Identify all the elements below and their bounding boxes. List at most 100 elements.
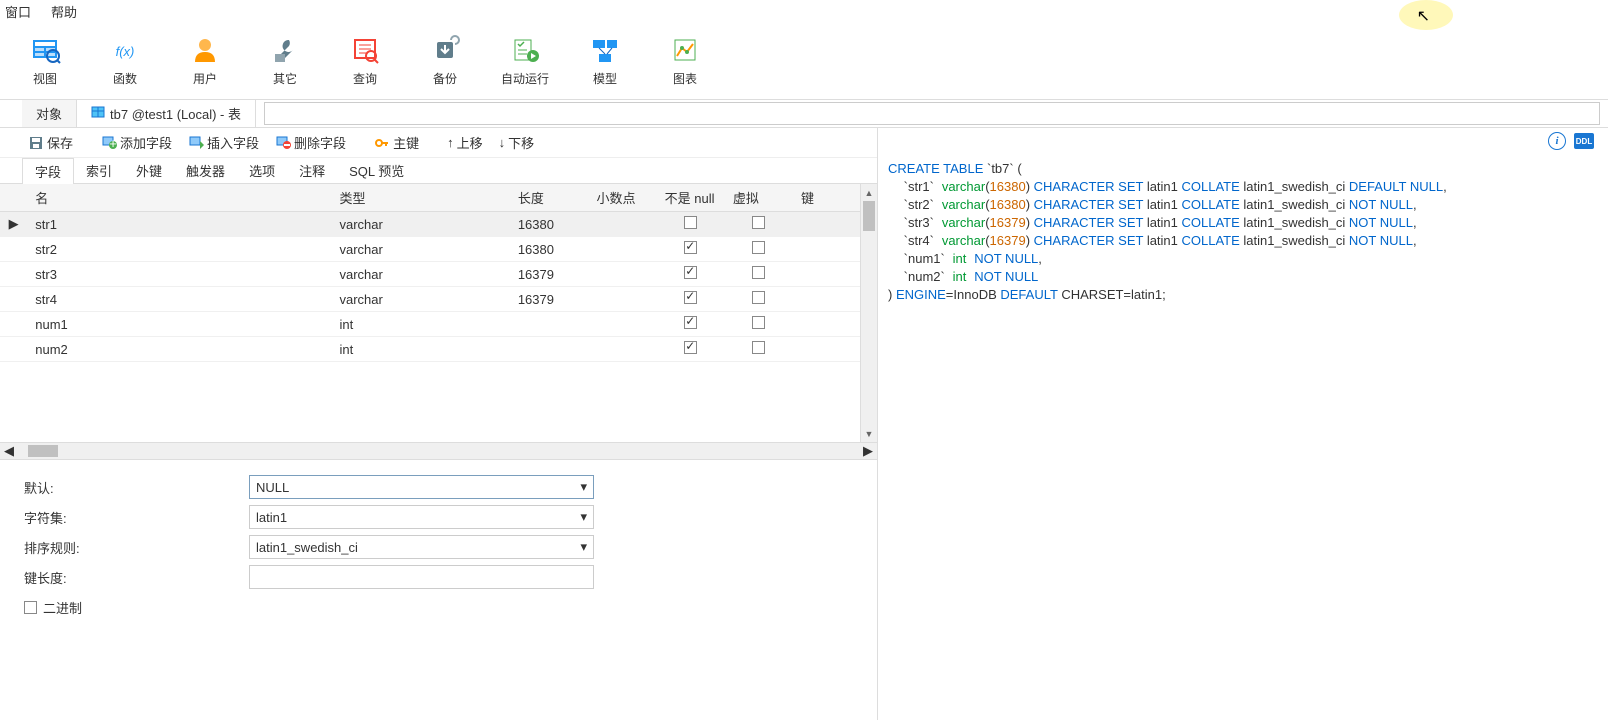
scroll-thumb[interactable] [863, 201, 875, 231]
prop-charset-select[interactable]: latin1 ▾ [249, 505, 594, 529]
add-field-button[interactable]: + 添加字段 [95, 131, 178, 154]
scroll-right-arrow[interactable]: ▶ [863, 443, 873, 459]
tool-backup[interactable]: 备份 [405, 34, 485, 87]
cell-notnull[interactable] [657, 337, 725, 362]
cell-notnull[interactable] [657, 262, 725, 287]
col-header-type[interactable]: 类型 [331, 184, 509, 212]
virtual-checkbox[interactable] [752, 266, 765, 279]
primary-key-button[interactable]: 主键 [368, 131, 425, 154]
cell-decimals[interactable] [588, 212, 656, 237]
virtual-checkbox[interactable] [752, 316, 765, 329]
cell-name[interactable]: str1 [27, 212, 331, 237]
delete-field-button[interactable]: 删除字段 [269, 131, 352, 154]
tool-view[interactable]: 视图 [5, 34, 85, 87]
cell-type[interactable]: int [331, 312, 509, 337]
notnull-checkbox[interactable] [684, 291, 697, 304]
cell-name[interactable]: str3 [27, 262, 331, 287]
scroll-down-arrow[interactable]: ▼ [861, 425, 877, 442]
scroll-left-arrow[interactable]: ◀ [4, 443, 14, 459]
cell-decimals[interactable] [588, 337, 656, 362]
cell-key[interactable] [793, 287, 856, 312]
cell-length[interactable]: 16379 [510, 287, 589, 312]
tool-chart[interactable]: 图表 [645, 34, 725, 87]
cell-key[interactable] [793, 337, 856, 362]
tool-user[interactable]: 用户 [165, 34, 245, 87]
cell-type[interactable]: varchar [331, 237, 509, 262]
horizontal-scrollbar[interactable]: ◀ ▶ [0, 442, 877, 459]
virtual-checkbox[interactable] [752, 341, 765, 354]
hscroll-thumb[interactable] [28, 445, 58, 457]
cell-notnull[interactable] [657, 212, 725, 237]
tool-query[interactable]: 查询 [325, 34, 405, 87]
insert-field-button[interactable]: 插入字段 [182, 131, 265, 154]
menu-help[interactable]: 帮助 [51, 2, 77, 21]
notnull-checkbox[interactable] [684, 266, 697, 279]
subtab-6[interactable]: SQL 预览 [337, 158, 416, 183]
cell-notnull[interactable] [657, 287, 725, 312]
cell-key[interactable] [793, 237, 856, 262]
prop-keylen-input[interactable] [249, 565, 594, 589]
subtab-0[interactable]: 字段 [22, 158, 74, 184]
field-grid[interactable]: 名 类型 长度 小数点 不是 null 虚拟 键 ▶str1varchar163… [0, 184, 877, 362]
col-header-name[interactable]: 名 [27, 184, 331, 212]
cell-key[interactable] [793, 262, 856, 287]
subtab-1[interactable]: 索引 [74, 158, 124, 183]
cell-key[interactable] [793, 212, 856, 237]
cell-name[interactable]: num2 [27, 337, 331, 362]
cell-virtual[interactable] [725, 237, 793, 262]
col-header-key[interactable]: 键 [793, 184, 856, 212]
cell-name[interactable]: str2 [27, 237, 331, 262]
tab-objects[interactable]: 对象 [22, 100, 77, 127]
cell-length[interactable] [510, 312, 589, 337]
table-row[interactable]: str2varchar16380 [0, 237, 877, 262]
subtab-5[interactable]: 注释 [287, 158, 337, 183]
vertical-scrollbar[interactable]: ▲ ▼ [860, 184, 877, 442]
cell-virtual[interactable] [725, 312, 793, 337]
cell-decimals[interactable] [588, 237, 656, 262]
notnull-checkbox[interactable] [684, 341, 697, 354]
menu-window[interactable]: 窗口 [5, 2, 31, 21]
col-header-length[interactable]: 长度 [510, 184, 589, 212]
cell-type[interactable]: varchar [331, 262, 509, 287]
col-header-decimals[interactable]: 小数点 [588, 184, 656, 212]
tool-model[interactable]: 模型 [565, 34, 645, 87]
cell-decimals[interactable] [588, 312, 656, 337]
cell-virtual[interactable] [725, 287, 793, 312]
prop-collation-select[interactable]: latin1_swedish_ci ▾ [249, 535, 594, 559]
tab-address-input[interactable] [264, 102, 1600, 125]
subtab-4[interactable]: 选项 [237, 158, 287, 183]
cell-virtual[interactable] [725, 337, 793, 362]
cell-notnull[interactable] [657, 312, 725, 337]
move-down-button[interactable]: ↓ 下移 [493, 131, 541, 154]
cell-type[interactable]: varchar [331, 287, 509, 312]
cell-decimals[interactable] [588, 262, 656, 287]
tool-function[interactable]: f(x)函数 [85, 34, 165, 87]
cell-length[interactable] [510, 337, 589, 362]
table-row[interactable]: str3varchar16379 [0, 262, 877, 287]
subtab-2[interactable]: 外键 [124, 158, 174, 183]
cell-length[interactable]: 16380 [510, 212, 589, 237]
tool-autorun[interactable]: 自动运行 [485, 34, 565, 87]
cell-virtual[interactable] [725, 212, 793, 237]
cell-decimals[interactable] [588, 287, 656, 312]
cell-type[interactable]: varchar [331, 212, 509, 237]
prop-default-select[interactable]: NULL ▾ [249, 475, 594, 499]
move-up-button[interactable]: ↑ 上移 [441, 131, 489, 154]
notnull-checkbox[interactable] [684, 241, 697, 254]
cell-name[interactable]: num1 [27, 312, 331, 337]
ddl-icon[interactable]: DDL [1574, 133, 1594, 149]
cell-name[interactable]: str4 [27, 287, 331, 312]
cell-length[interactable]: 16380 [510, 237, 589, 262]
table-row[interactable]: str4varchar16379 [0, 287, 877, 312]
col-header-virtual[interactable]: 虚拟 [725, 184, 793, 212]
table-row[interactable]: num1int [0, 312, 877, 337]
virtual-checkbox[interactable] [752, 241, 765, 254]
cell-notnull[interactable] [657, 237, 725, 262]
notnull-checkbox[interactable] [684, 216, 697, 229]
prop-binary-checkbox[interactable] [24, 601, 37, 614]
subtab-3[interactable]: 触发器 [174, 158, 237, 183]
tool-other[interactable]: 其它 [245, 34, 325, 87]
tab-table-editor[interactable]: tb7 @test1 (Local) - 表 [77, 100, 256, 127]
cell-key[interactable] [793, 312, 856, 337]
save-button[interactable]: 保存 [22, 131, 79, 154]
